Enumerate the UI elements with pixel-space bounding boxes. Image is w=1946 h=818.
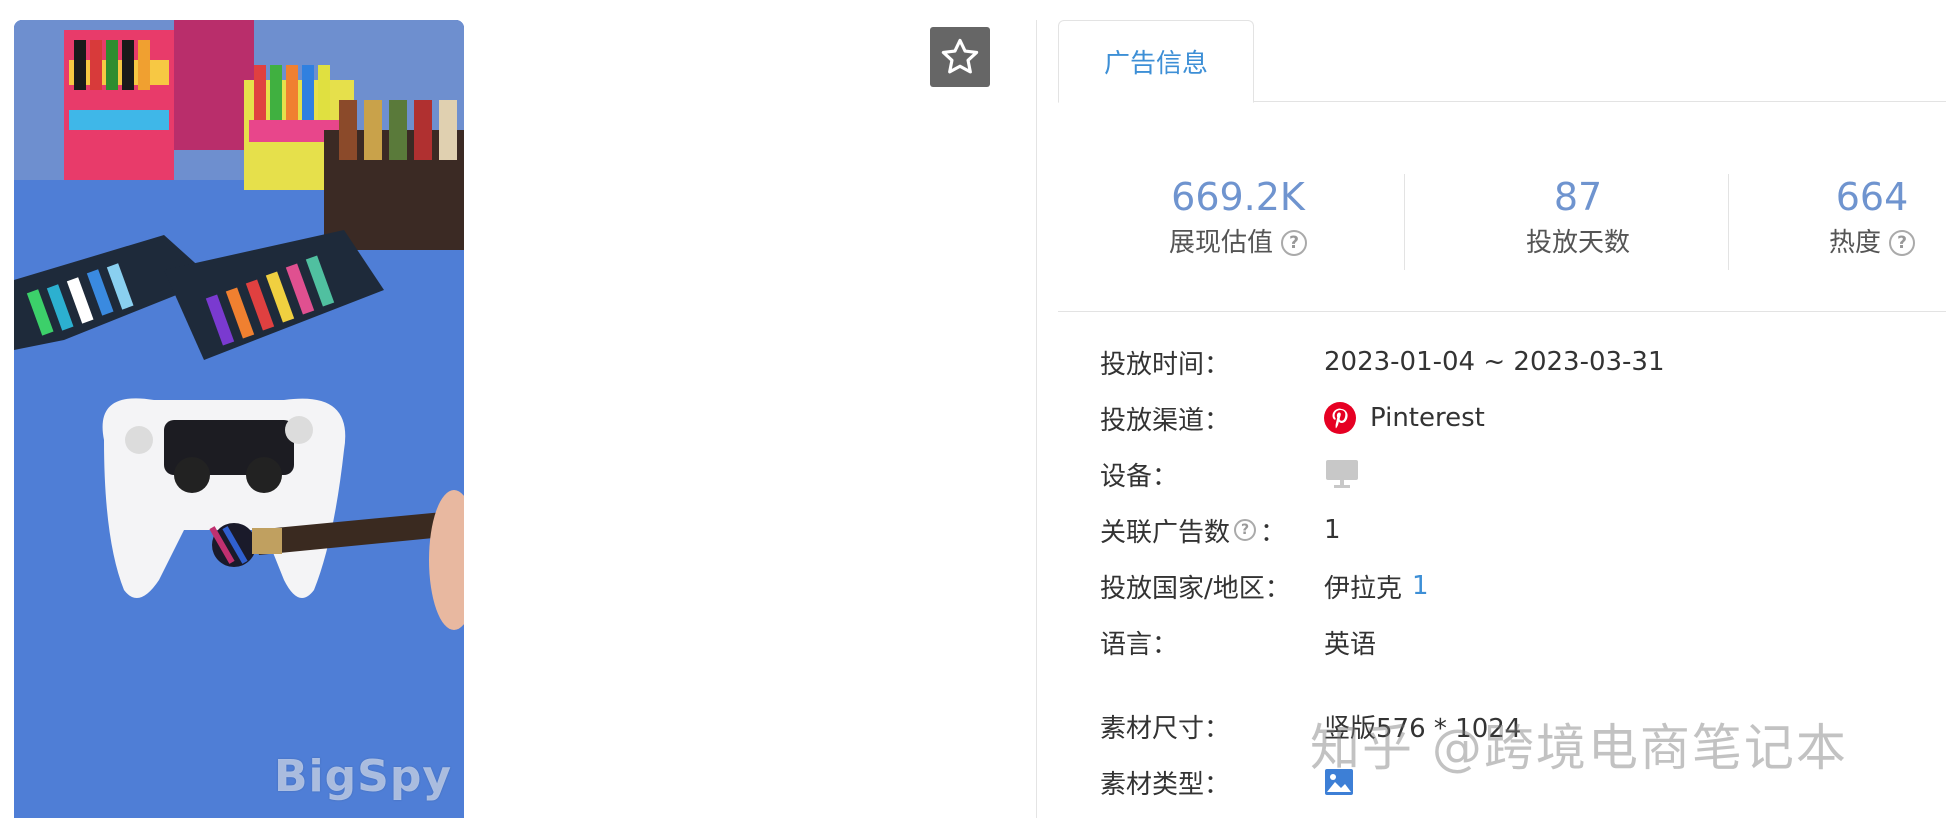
stat-label: 投放天数: [1525, 228, 1630, 258]
tab-bar: 广告信息: [1058, 20, 1946, 103]
detail-label: 设备：: [1100, 461, 1179, 492]
detail-label: 投放时间：: [1100, 349, 1231, 380]
help-icon[interactable]: ?: [1889, 230, 1915, 256]
stats-row: 669.2K 展现估值 ? 87 投放天数 664 热度 ?: [1058, 172, 1946, 272]
stat-impressions: 669.2K 展现估值 ?: [1118, 172, 1358, 272]
panel-divider: [1036, 20, 1037, 818]
stat-separator: [1728, 174, 1729, 270]
stat-separator: [1404, 174, 1405, 270]
detail-label: 素材类型：: [1100, 769, 1231, 800]
stat-value: 669.2K: [1171, 175, 1305, 219]
bigspy-watermark: BigSpy: [274, 751, 452, 802]
stat-heat: 664 热度 ?: [1798, 172, 1946, 272]
star-outline-icon: [941, 38, 979, 74]
detail-label: 素材尺寸：: [1100, 713, 1231, 744]
section-divider: [1058, 311, 1946, 312]
detail-row-related: 关联广告数 ? ： 1: [1100, 510, 1341, 550]
ad-detail-page: BigSpy 广告信息 669.2K 展现估值 ? 87 投放天数 664 热度…: [0, 0, 1946, 818]
detail-row-time: 投放时间： 2023-01-04 ~ 2023-03-31: [1100, 342, 1665, 382]
detail-value: Pinterest: [1370, 403, 1485, 433]
label-colon: ：: [1260, 517, 1287, 548]
detail-row-device: 设备：: [1100, 454, 1360, 494]
tab-ad-info[interactable]: 广告信息: [1058, 20, 1254, 103]
desktop-icon: [1326, 460, 1358, 488]
detail-value: 英语: [1324, 629, 1377, 660]
stat-label: 展现估值: [1168, 228, 1273, 258]
detail-label: 投放渠道：: [1100, 405, 1231, 436]
stat-label: 热度: [1828, 228, 1881, 258]
detail-label: 关联广告数: [1100, 517, 1231, 548]
pinterest-icon: [1324, 402, 1356, 434]
help-icon[interactable]: ?: [1281, 230, 1307, 256]
detail-value: 2023-01-04 ~ 2023-03-31: [1324, 347, 1665, 377]
detail-row-region: 投放国家/地区： 伊拉克 1: [1100, 566, 1429, 606]
detail-value: 1: [1324, 515, 1341, 545]
detail-row-language: 语言： 英语: [1100, 622, 1376, 662]
favorite-button[interactable]: [930, 27, 990, 87]
ad-info-panel: 广告信息 669.2K 展现估值 ? 87 投放天数 664 热度 ? 投放时间…: [1058, 20, 1946, 818]
zhihu-watermark: 知乎 @跨境电商笔记本: [1310, 719, 1848, 777]
detail-label: 投放国家/地区：: [1100, 573, 1291, 604]
help-icon[interactable]: ?: [1234, 519, 1257, 541]
stat-value: 664: [1835, 175, 1909, 219]
region-count-link[interactable]: 1: [1412, 571, 1429, 601]
stat-days: 87 投放天数: [1458, 172, 1698, 272]
detail-row-channel: 投放渠道： Pinterest: [1100, 398, 1485, 438]
detail-label: 语言：: [1100, 629, 1179, 660]
detail-value: 伊拉克: [1324, 573, 1403, 604]
stat-value: 87: [1553, 175, 1603, 219]
ad-creative-preview[interactable]: BigSpy: [14, 20, 464, 818]
creative-image: [14, 20, 464, 818]
